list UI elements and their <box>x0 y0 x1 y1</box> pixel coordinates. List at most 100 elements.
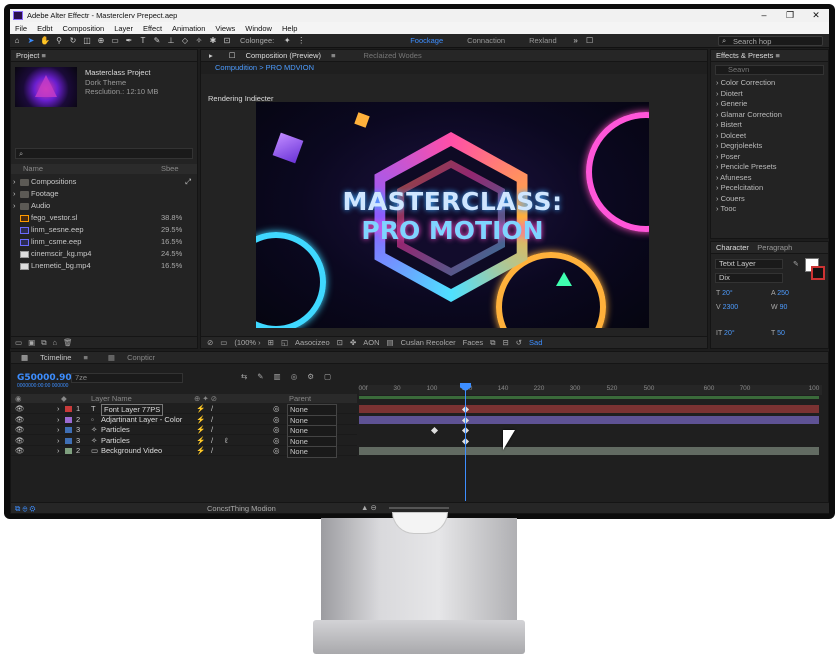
minimize-icon[interactable]: – <box>751 10 777 21</box>
graph-editor-icon[interactable]: ⚙ <box>307 372 314 381</box>
project-item-audio[interactable]: › Audio <box>11 200 197 212</box>
label-color[interactable] <box>65 416 72 423</box>
label-color[interactable] <box>65 427 72 433</box>
flowchart-icon[interactable]: ⤢ <box>185 176 191 188</box>
visibility-icon[interactable]: 👁 <box>15 415 25 425</box>
close-icon[interactable]: ✕ <box>803 10 829 21</box>
effect-category[interactable]: › Tooc <box>711 204 828 215</box>
menu-layer[interactable]: Layer <box>109 24 138 33</box>
timeline-lock-icon[interactable]: ▢ <box>324 372 331 381</box>
maximize-icon[interactable]: ❐ <box>777 10 803 21</box>
roto-tool-icon[interactable]: ✧ <box>192 36 206 45</box>
channel-icon[interactable]: ✤ <box>350 338 356 347</box>
menu-edit[interactable]: Edbt <box>32 24 57 33</box>
expand-arrow-icon[interactable]: › <box>57 446 60 456</box>
color-depth-icon[interactable]: ⌂ <box>53 338 58 347</box>
effect-category[interactable]: › Afuneses <box>711 173 828 184</box>
shy-icon[interactable]: ✎ <box>257 372 263 381</box>
effect-category[interactable]: › Couers <box>711 194 828 205</box>
layer-name-header[interactable]: Layer Name <box>91 394 132 403</box>
layer-name[interactable]: Adjartinant Layer - Color <box>101 415 182 425</box>
effect-category[interactable]: › Pencicle Presets <box>711 162 828 173</box>
eyedropper-icon[interactable]: ✎ <box>793 260 799 268</box>
layer-name[interactable]: Particles <box>101 436 130 446</box>
tab-paragraph[interactable]: Peragraph <box>757 243 792 252</box>
search-help-input[interactable]: Search hop <box>718 35 823 46</box>
parent-select[interactable]: None <box>287 446 337 458</box>
tab-composition[interactable]: ▦ Conpticr <box>98 353 175 362</box>
layer-name[interactable]: Beckground Video <box>101 446 162 456</box>
workspace-menu-icon[interactable]: » <box>569 36 583 45</box>
project-search-input[interactable]: ⌕ <box>15 148 193 159</box>
camera-icon[interactable]: ⧉ <box>490 338 495 348</box>
shy-switch-icon[interactable]: ⚡ <box>196 436 205 446</box>
resolution-select[interactable]: Aasocizeo <box>295 338 330 347</box>
project-item-file[interactable]: cinemscir_kg.mp4 24.5% <box>11 248 197 260</box>
type-tool-icon[interactable]: T <box>136 36 150 45</box>
tracking-field[interactable]: W 90 <box>771 304 787 311</box>
toggle-switches-label[interactable]: ConcstThing Modion <box>207 504 276 513</box>
workspace-connection[interactable]: Connaction <box>455 36 517 45</box>
menu-window[interactable]: Window <box>240 24 277 33</box>
time-ruler[interactable]: 00f 30 100 120 140 220 300 520 500 600 7… <box>358 385 822 395</box>
parent-header[interactable]: Parent <box>289 394 311 403</box>
project-item-file[interactable]: linm_csme.eep 16.5% <box>11 236 197 248</box>
fx-switch-icon[interactable]: ℓ <box>225 436 227 446</box>
visibility-icon[interactable]: 👁 <box>15 446 25 456</box>
project-item-file[interactable]: Lnemetic_bg.mp4 16.5% <box>11 260 197 272</box>
kerning-field[interactable]: V 2300 <box>716 304 738 311</box>
effect-category[interactable]: › Generie <box>711 99 828 110</box>
draft-3d-icon[interactable]: ⇆ <box>241 372 247 381</box>
effect-category[interactable]: › Diotert <box>711 89 828 100</box>
pickwhip-icon[interactable]: ◎ <box>273 446 280 456</box>
quality-switch-icon[interactable]: / <box>211 415 213 425</box>
tab-other[interactable]: Reclaized Wodes <box>344 51 430 60</box>
workspace-icon[interactable]: ☐ <box>583 36 597 45</box>
layer-bar[interactable] <box>359 405 819 413</box>
effect-category[interactable]: › Degrjoleekts <box>711 141 828 152</box>
hand-tool-icon[interactable]: ✋ <box>38 36 52 45</box>
brush-tool-icon[interactable]: ✎ <box>150 36 164 45</box>
shy-switch-icon[interactable]: ⚡ <box>196 415 205 425</box>
snap-toggle-icon[interactable]: ✦ <box>280 36 294 45</box>
layer-name[interactable]: Particles <box>101 425 130 435</box>
col-size[interactable]: Sbee <box>161 164 179 174</box>
panel-menu-icon[interactable]: ≡ <box>41 51 45 60</box>
grid-toggle-icon[interactable]: ⊞ <box>268 338 274 347</box>
effect-category[interactable]: › Bistert <box>711 120 828 131</box>
layer-bar[interactable] <box>359 415 819 424</box>
expand-arrow-icon[interactable]: › <box>13 176 16 188</box>
composition-breadcrumb[interactable]: Compudition > PRO MDVION <box>201 62 707 74</box>
tab-composition-preview[interactable]: ☐ Composition (Preview) ≡ <box>221 51 344 60</box>
layer-row[interactable]: 👁 › 2 ▭ Beckground Video ⚡ / ◎ None <box>11 446 357 458</box>
font-family-select[interactable]: Tetxt Layer <box>715 259 783 269</box>
layer-row[interactable]: 👁 › 2 ▫ Adjartinant Layer - Color ⚡ / ◎ … <box>11 414 357 427</box>
delete-icon[interactable]: 🗑 <box>63 338 73 347</box>
menu-file[interactable]: File <box>10 24 32 33</box>
camera-tool-icon[interactable]: ◫ <box>80 36 94 45</box>
quality-switch-icon[interactable]: / <box>211 436 213 446</box>
timeline-search-input[interactable]: 7ze <box>71 373 183 383</box>
expand-arrow-icon[interactable]: › <box>57 425 60 435</box>
project-item-compositions[interactable]: › Compositions ⤢ <box>11 176 197 188</box>
interpret-footage-icon[interactable]: ▭ <box>15 338 22 347</box>
work-area-bar[interactable] <box>359 396 819 399</box>
playhead[interactable] <box>465 383 466 501</box>
effect-category[interactable]: › Glamar Correction <box>711 110 828 121</box>
zoom-slider[interactable] <box>389 507 449 509</box>
grid-icon[interactable]: ⋮ <box>294 36 308 45</box>
pickwhip-icon[interactable]: ◎ <box>273 415 280 425</box>
pickwhip-icon[interactable]: ◎ <box>273 436 280 446</box>
eraser-tool-icon[interactable]: ◇ <box>178 36 192 45</box>
layer-row[interactable]: 👁 › 3 ✧ Particles ⚡ / ◎ None <box>11 425 357 437</box>
selection-tool-icon[interactable]: ➤ <box>24 36 38 45</box>
zoom-tool-icon[interactable]: ⚲ <box>52 36 66 45</box>
layer-row[interactable]: 👁 › 1 T Font Layer 77PS ⚡ / ◎ None <box>11 404 357 416</box>
menu-composition[interactable]: Composition <box>58 24 110 33</box>
exposure-value[interactable]: Sad <box>529 338 542 347</box>
menu-animation[interactable]: Animation <box>167 24 210 33</box>
quality-switch-icon[interactable]: / <box>211 404 213 414</box>
rotate-tool-icon[interactable]: ↻ <box>66 36 80 45</box>
project-item-footage[interactable]: › Footage <box>11 188 197 200</box>
keyframe[interactable] <box>430 426 439 435</box>
